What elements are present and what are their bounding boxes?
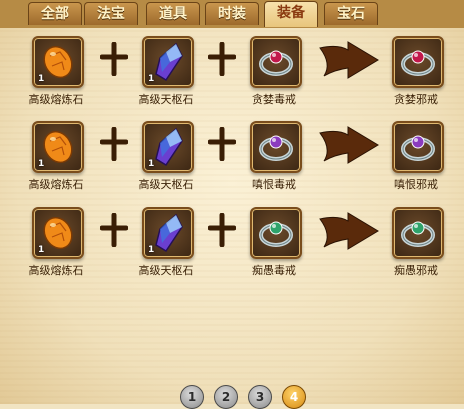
tab-gems[interactable]: 宝石 <box>324 2 378 25</box>
tab-items[interactable]: 道具 <box>146 2 200 25</box>
ingredient-slot-crystal[interactable]: 1 <box>142 121 194 173</box>
ingredient-slot-crystal[interactable]: 1 <box>142 36 194 88</box>
ring-red-gem-icon <box>401 50 435 76</box>
ingredient-slot-stone[interactable]: 1 <box>32 36 84 88</box>
tab-equipment[interactable]: 装备 <box>264 1 318 27</box>
plus-icon <box>100 42 128 76</box>
ingredient-label: 高级熔炼石 <box>28 93 84 106</box>
result-slot[interactable] <box>392 121 444 173</box>
recipe-row: 1 高级熔炼石 1 高级天枢石 贪婪毒戒 贪婪邪戒 <box>0 36 464 126</box>
page-button-3[interactable]: 3 <box>248 385 272 409</box>
arrow-right-icon <box>319 41 379 79</box>
result-label: 嗔恨邪戒 <box>394 178 438 191</box>
page-button-1[interactable]: 1 <box>180 385 204 409</box>
ingredient-slot-ring[interactable] <box>250 121 302 173</box>
ingredient-label: 高级熔炼石 <box>28 264 84 277</box>
ingredient-label: 高级天枢石 <box>138 178 194 191</box>
ring-red-gem-icon <box>259 50 293 76</box>
plus-icon <box>100 213 128 247</box>
plus-icon <box>208 213 236 247</box>
plus-icon <box>208 42 236 76</box>
item-count: 1 <box>38 159 45 169</box>
ring-green-gem-icon <box>401 221 435 247</box>
item-count: 1 <box>38 245 45 255</box>
recipe-row: 1 高级熔炼石 1 高级天枢石 痴愚毒戒 痴愚邪戒 <box>0 207 464 297</box>
ingredient-slot-crystal[interactable]: 1 <box>142 207 194 259</box>
tab-fashion[interactable]: 时装 <box>205 2 259 25</box>
ingredient-label: 高级天枢石 <box>138 93 194 106</box>
item-count: 1 <box>148 159 155 169</box>
ingredient-slot-ring[interactable] <box>250 36 302 88</box>
result-label: 痴愚邪戒 <box>394 264 438 277</box>
category-tabs: 全部 法宝 道具 时装 装备 宝石 <box>0 0 464 28</box>
synthesis-panel: 全部 法宝 道具 时装 装备 宝石 1 高级熔炼石 1 高级天枢石 贪婪毒戒 贪… <box>0 0 464 409</box>
ingredient-label: 嗔恨毒戒 <box>252 178 296 191</box>
page-button-4[interactable]: 4 <box>282 385 306 409</box>
tab-all[interactable]: 全部 <box>28 2 82 25</box>
ring-purple-gem-icon <box>259 135 293 161</box>
arrow-right-icon <box>319 126 379 164</box>
ring-green-gem-icon <box>259 221 293 247</box>
item-count: 1 <box>38 74 45 84</box>
result-slot[interactable] <box>392 36 444 88</box>
recipe-row: 1 高级熔炼石 1 高级天枢石 嗔恨毒戒 嗔恨邪戒 <box>0 121 464 211</box>
ring-purple-gem-icon <box>401 135 435 161</box>
result-label: 贪婪邪戒 <box>394 93 438 106</box>
ingredient-slot-stone[interactable]: 1 <box>32 207 84 259</box>
plus-icon <box>100 127 128 161</box>
ingredient-label: 高级熔炼石 <box>28 178 84 191</box>
page-button-2[interactable]: 2 <box>214 385 238 409</box>
ingredient-label: 痴愚毒戒 <box>252 264 296 277</box>
item-count: 1 <box>148 245 155 255</box>
result-slot[interactable] <box>392 207 444 259</box>
ingredient-label: 贪婪毒戒 <box>252 93 296 106</box>
tab-treasure[interactable]: 法宝 <box>84 2 138 25</box>
ingredient-slot-stone[interactable]: 1 <box>32 121 84 173</box>
arrow-right-icon <box>319 212 379 250</box>
plus-icon <box>208 127 236 161</box>
ingredient-slot-ring[interactable] <box>250 207 302 259</box>
item-count: 1 <box>148 74 155 84</box>
ingredient-label: 高级天枢石 <box>138 264 194 277</box>
